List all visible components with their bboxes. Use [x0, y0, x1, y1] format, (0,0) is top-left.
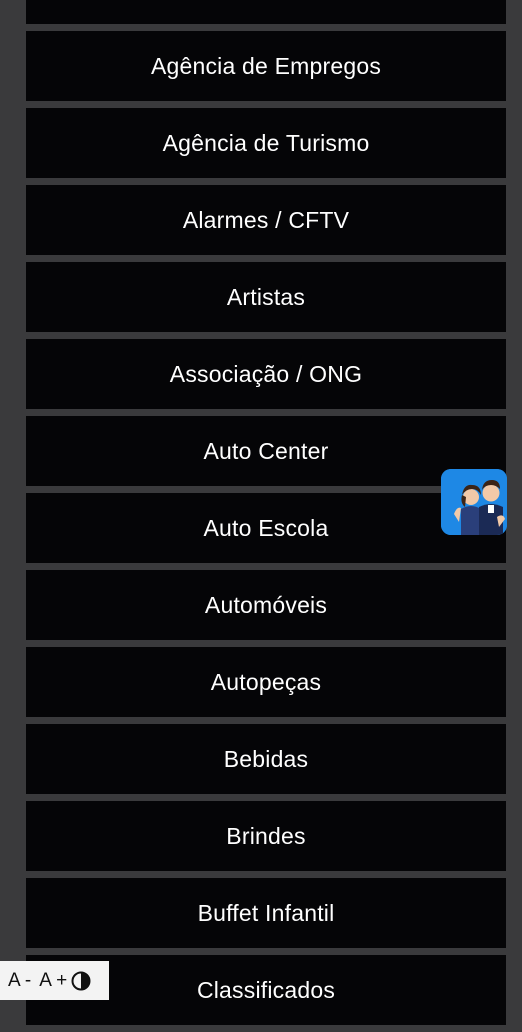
category-item-automoveis[interactable]: Automóveis: [26, 570, 506, 640]
virtual-assistant-button[interactable]: [441, 469, 507, 535]
contrast-icon[interactable]: [71, 971, 91, 991]
accessibility-bar: A - A +: [0, 961, 109, 1000]
category-item-autopecas[interactable]: Autopeças: [26, 647, 506, 717]
category-item-alarmes-cftv[interactable]: Alarmes / CFTV: [26, 185, 506, 255]
category-item-bebidas[interactable]: Bebidas: [26, 724, 506, 794]
category-item-auto-center[interactable]: Auto Center: [26, 416, 506, 486]
category-item-buffet-infantil[interactable]: Buffet Infantil: [26, 878, 506, 948]
category-item-auto-escola[interactable]: Auto Escola: [26, 493, 506, 563]
category-list: Agência de Empregos Agência de Turismo A…: [26, 0, 506, 1032]
category-item-associacao-ong[interactable]: Associação / ONG: [26, 339, 506, 409]
virtual-assistant-avatars-icon: [441, 469, 507, 535]
category-item-agencia-de-empregos[interactable]: Agência de Empregos: [26, 31, 506, 101]
category-item-agencia-de-turismo[interactable]: Agência de Turismo: [26, 108, 506, 178]
category-item-artistas[interactable]: Artistas: [26, 262, 506, 332]
increase-font-button[interactable]: A +: [39, 970, 67, 992]
decrease-font-button[interactable]: A -: [8, 970, 31, 992]
category-item[interactable]: [26, 0, 506, 24]
category-item-brindes[interactable]: Brindes: [26, 801, 506, 871]
